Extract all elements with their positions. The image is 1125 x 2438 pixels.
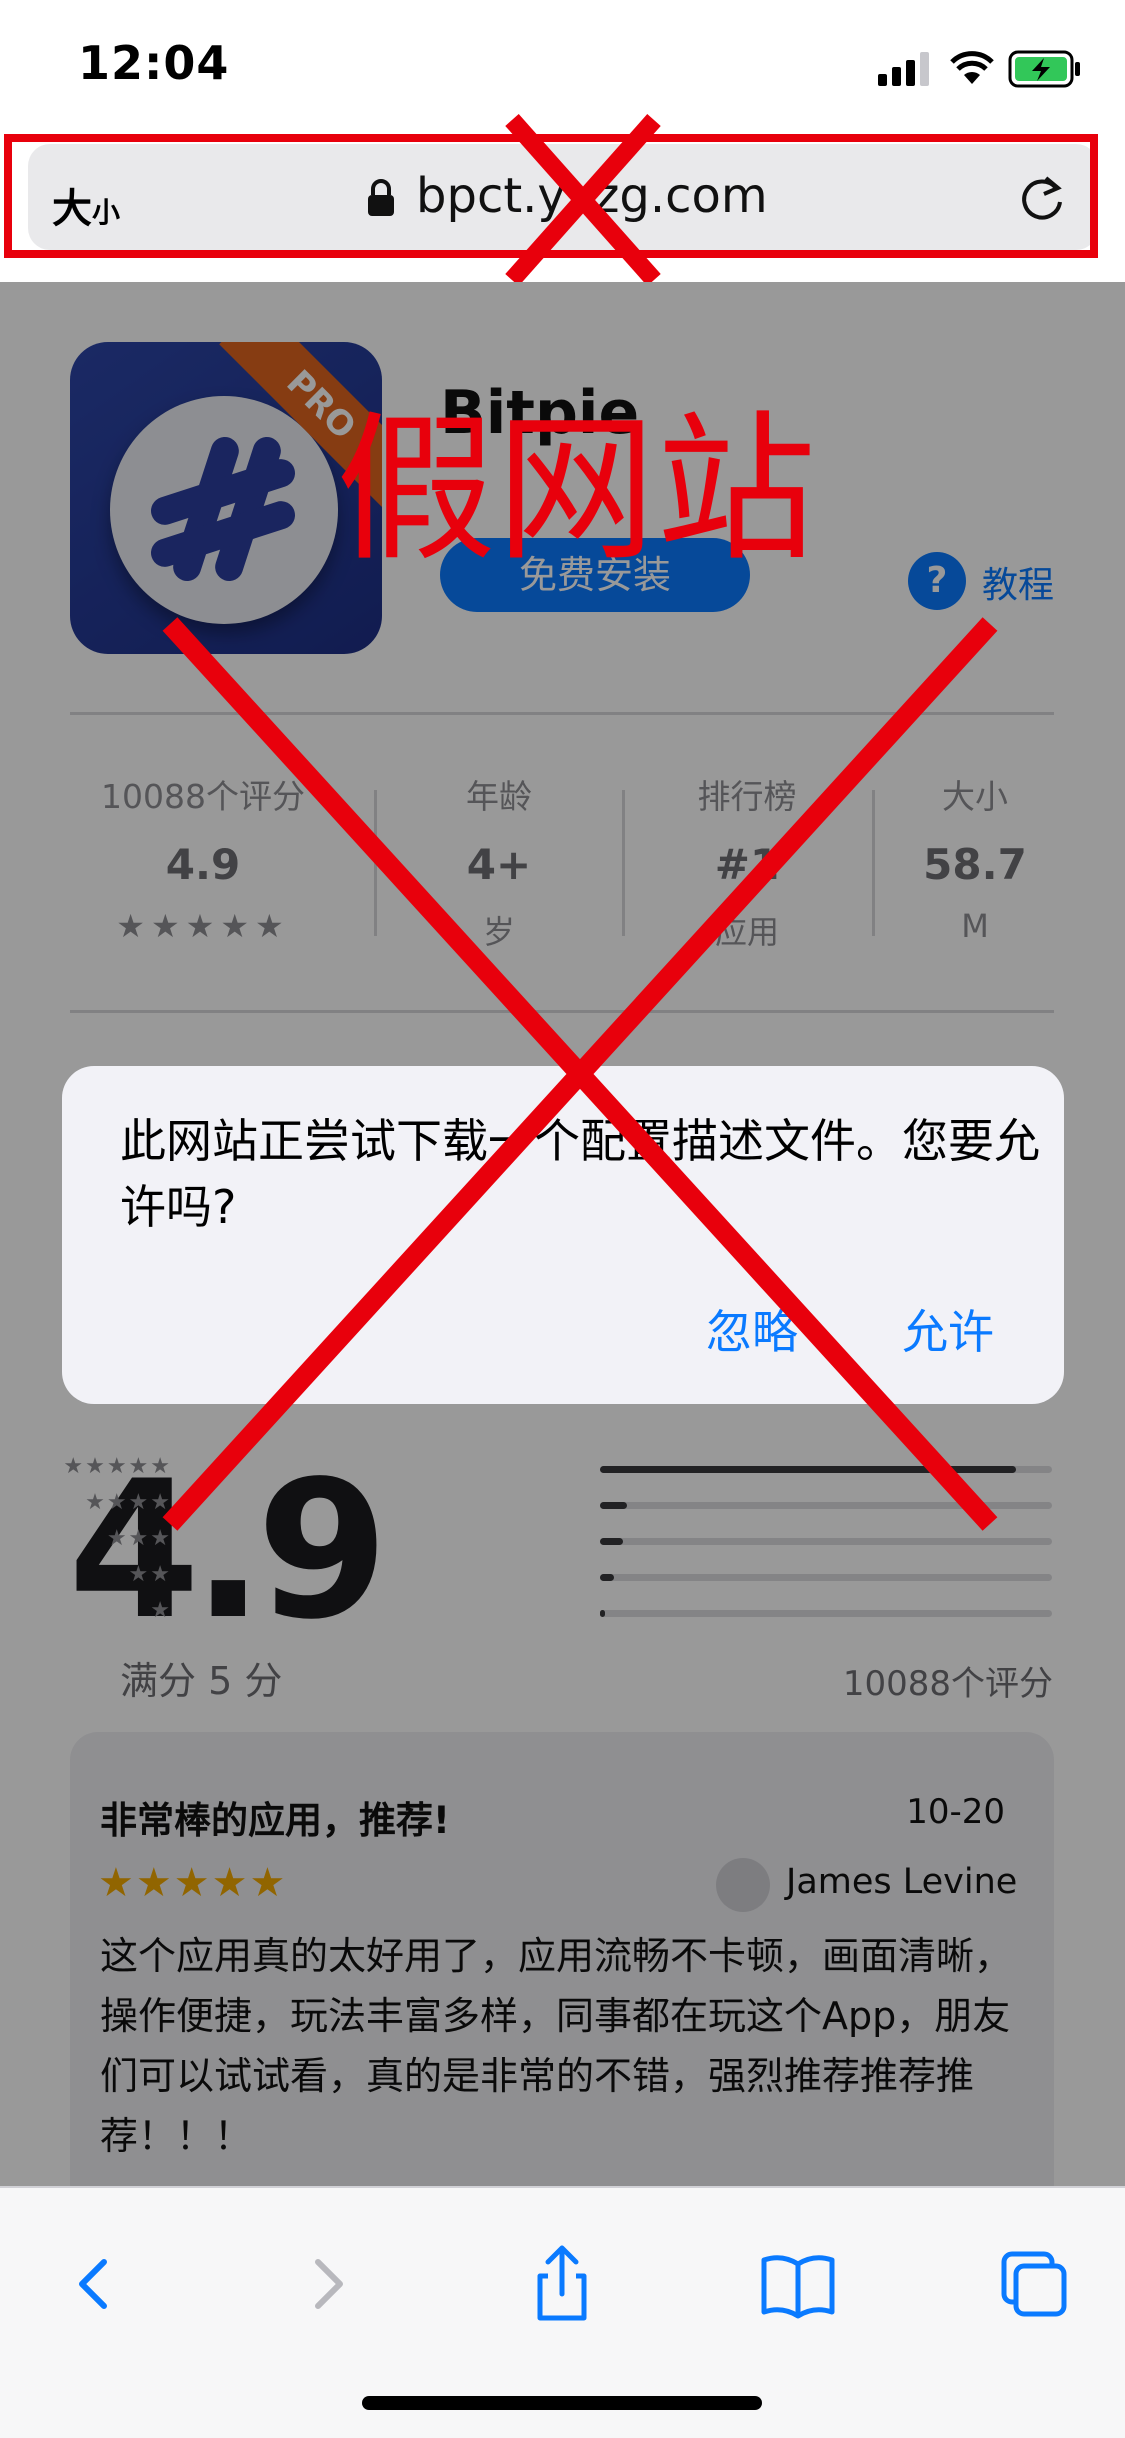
battery-charging-icon xyxy=(1008,50,1080,88)
home-indicator xyxy=(362,2396,762,2410)
bookmarks-icon[interactable] xyxy=(748,2232,848,2332)
back-icon[interactable] xyxy=(42,2232,142,2332)
forward-icon[interactable] xyxy=(278,2232,378,2332)
wifi-icon xyxy=(950,51,994,84)
fake-site-label: 假网站 xyxy=(336,396,817,583)
share-icon[interactable] xyxy=(512,2232,612,2332)
status-time: 12:04 xyxy=(78,36,230,90)
page-cross-mark xyxy=(162,617,998,1531)
url-cross-mark xyxy=(505,114,661,286)
tabs-icon[interactable] xyxy=(984,2232,1084,2332)
signal-icon xyxy=(878,52,929,86)
